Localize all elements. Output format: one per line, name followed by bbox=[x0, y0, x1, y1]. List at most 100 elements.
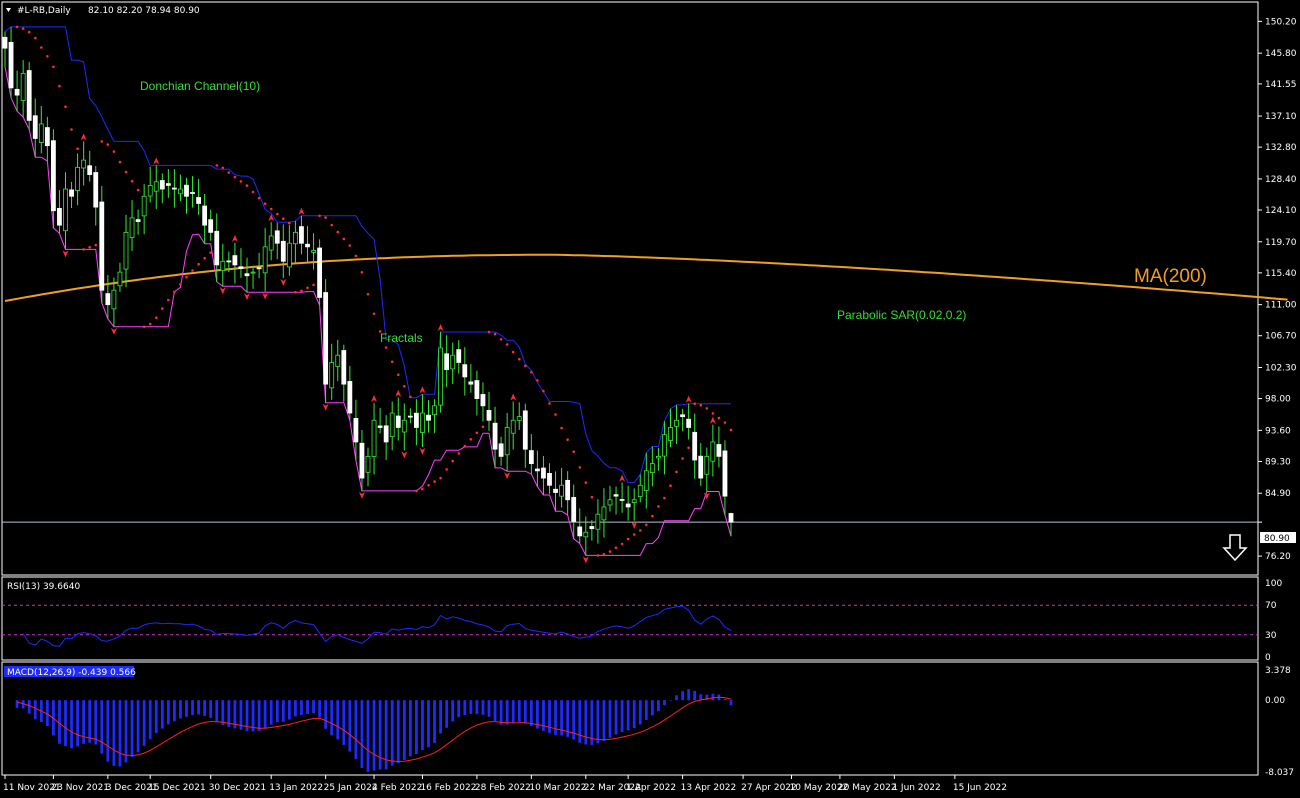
psar-dot bbox=[312, 283, 315, 287]
psar-dot bbox=[191, 269, 194, 272]
psar-dot bbox=[76, 147, 79, 150]
macd-histogram-bar bbox=[378, 700, 382, 770]
psar-dot bbox=[645, 523, 648, 527]
macd-histogram-bar bbox=[342, 700, 346, 745]
candle bbox=[14, 70, 20, 112]
psar-dot bbox=[560, 426, 563, 430]
psar-dot bbox=[185, 275, 188, 279]
psar-dot bbox=[161, 307, 164, 310]
x-tick-label: 15 Dec 2021 bbox=[148, 783, 206, 793]
psar-dot bbox=[40, 46, 43, 49]
candle bbox=[250, 265, 256, 289]
candle bbox=[190, 176, 195, 208]
macd-histogram-bar bbox=[360, 700, 364, 768]
macd-histogram-bar bbox=[372, 700, 376, 771]
macd-histogram-bar bbox=[523, 700, 527, 724]
candle bbox=[462, 347, 468, 396]
macd-histogram-bar bbox=[287, 700, 291, 720]
rsi-pane-frame bbox=[1, 576, 1259, 661]
candle bbox=[377, 407, 383, 434]
candle bbox=[123, 214, 129, 288]
psar-dot bbox=[148, 322, 152, 326]
candle bbox=[456, 340, 462, 374]
y-tick-label: 76.20 bbox=[1265, 552, 1291, 562]
fractal-up-icon bbox=[510, 393, 517, 401]
candle bbox=[171, 169, 177, 208]
psar-dot bbox=[475, 431, 479, 435]
macd-histogram-bar bbox=[578, 700, 582, 743]
candle bbox=[286, 224, 292, 276]
candle bbox=[93, 165, 99, 226]
candle bbox=[111, 277, 117, 327]
psar-dot bbox=[100, 140, 104, 143]
macd-histogram-bar bbox=[620, 700, 624, 733]
macd-histogram-bar bbox=[723, 698, 727, 701]
candle bbox=[668, 408, 673, 448]
psar-dot bbox=[415, 489, 418, 493]
psar-dot bbox=[136, 188, 140, 192]
psar-dot bbox=[409, 395, 412, 399]
candle bbox=[547, 463, 552, 494]
rsi-plot bbox=[2, 604, 1258, 647]
fractals-annotation: Fractals bbox=[380, 331, 423, 345]
trading-chart[interactable]: 150.20 145.80 141.55 137.10 132.80 128.40 124.… bbox=[0, 0, 1300, 798]
macd-histogram-bar bbox=[408, 700, 412, 757]
fractal-down-icon bbox=[110, 327, 117, 335]
candle bbox=[99, 186, 105, 303]
y-tick-label: 141.55 bbox=[1265, 80, 1297, 90]
candle bbox=[643, 452, 649, 509]
macd-histogram-bar bbox=[124, 700, 128, 763]
macd-title: MACD(12,26,9) -0.439 0.566 bbox=[7, 668, 136, 678]
y-tick-label: 137.10 bbox=[1265, 112, 1297, 122]
macd-histogram-bar bbox=[699, 694, 703, 701]
fractal-up-icon bbox=[709, 416, 716, 424]
macd-histogram-bar bbox=[548, 700, 551, 733]
rsi-pane[interactable] bbox=[1, 576, 1259, 661]
y-tick-label: 124.10 bbox=[1265, 206, 1297, 216]
fractal-down-icon bbox=[280, 279, 287, 287]
candle bbox=[716, 426, 722, 468]
candle bbox=[274, 222, 280, 260]
psar-dot bbox=[197, 262, 200, 266]
candle bbox=[238, 248, 244, 278]
macd-tick-label: 3.378 bbox=[1265, 666, 1291, 676]
psar-dot bbox=[469, 438, 473, 441]
x-tick-label: 25 Jan 2022 bbox=[324, 783, 378, 793]
psar-dot bbox=[173, 290, 176, 294]
candle bbox=[75, 153, 80, 206]
psar-dot bbox=[257, 196, 261, 200]
psar-dot bbox=[487, 330, 491, 334]
macd-pane[interactable] bbox=[1, 661, 1259, 776]
macd-histogram-bar bbox=[118, 700, 122, 767]
fractal-down-icon bbox=[322, 403, 329, 411]
macd-histogram-bar bbox=[148, 700, 152, 740]
candle bbox=[426, 400, 431, 433]
candle bbox=[8, 26, 14, 98]
macd-histogram-bar bbox=[669, 700, 672, 701]
candle bbox=[607, 485, 613, 512]
x-tick-label: 30 Dec 2021 bbox=[209, 783, 267, 793]
psar-dot bbox=[227, 171, 231, 174]
macd-histogram-bar bbox=[511, 700, 515, 724]
macd-histogram-bar bbox=[632, 700, 636, 729]
psar-dot bbox=[245, 184, 249, 187]
candle bbox=[468, 364, 474, 393]
candle bbox=[244, 257, 250, 293]
dropdown-icon[interactable] bbox=[6, 8, 11, 12]
macd-histogram-bar bbox=[596, 700, 600, 744]
psar-dot bbox=[693, 402, 696, 406]
down-arrow-icon bbox=[1222, 534, 1248, 562]
macd-histogram-bar bbox=[58, 700, 61, 744]
donchian-upper-line bbox=[4, 26, 731, 484]
psar-dot bbox=[360, 271, 364, 274]
macd-tick-label: -8.037 bbox=[1265, 768, 1294, 778]
psar-dot bbox=[52, 65, 55, 69]
candle bbox=[504, 412, 510, 472]
psar-dot bbox=[511, 350, 515, 354]
candle bbox=[153, 165, 159, 210]
psar-dot bbox=[27, 30, 31, 34]
fractal-up-icon bbox=[231, 234, 238, 242]
macd-histogram-bar bbox=[505, 700, 509, 725]
macd-histogram-bar bbox=[657, 700, 660, 712]
ma-annotation: MA(200) bbox=[1134, 266, 1207, 287]
